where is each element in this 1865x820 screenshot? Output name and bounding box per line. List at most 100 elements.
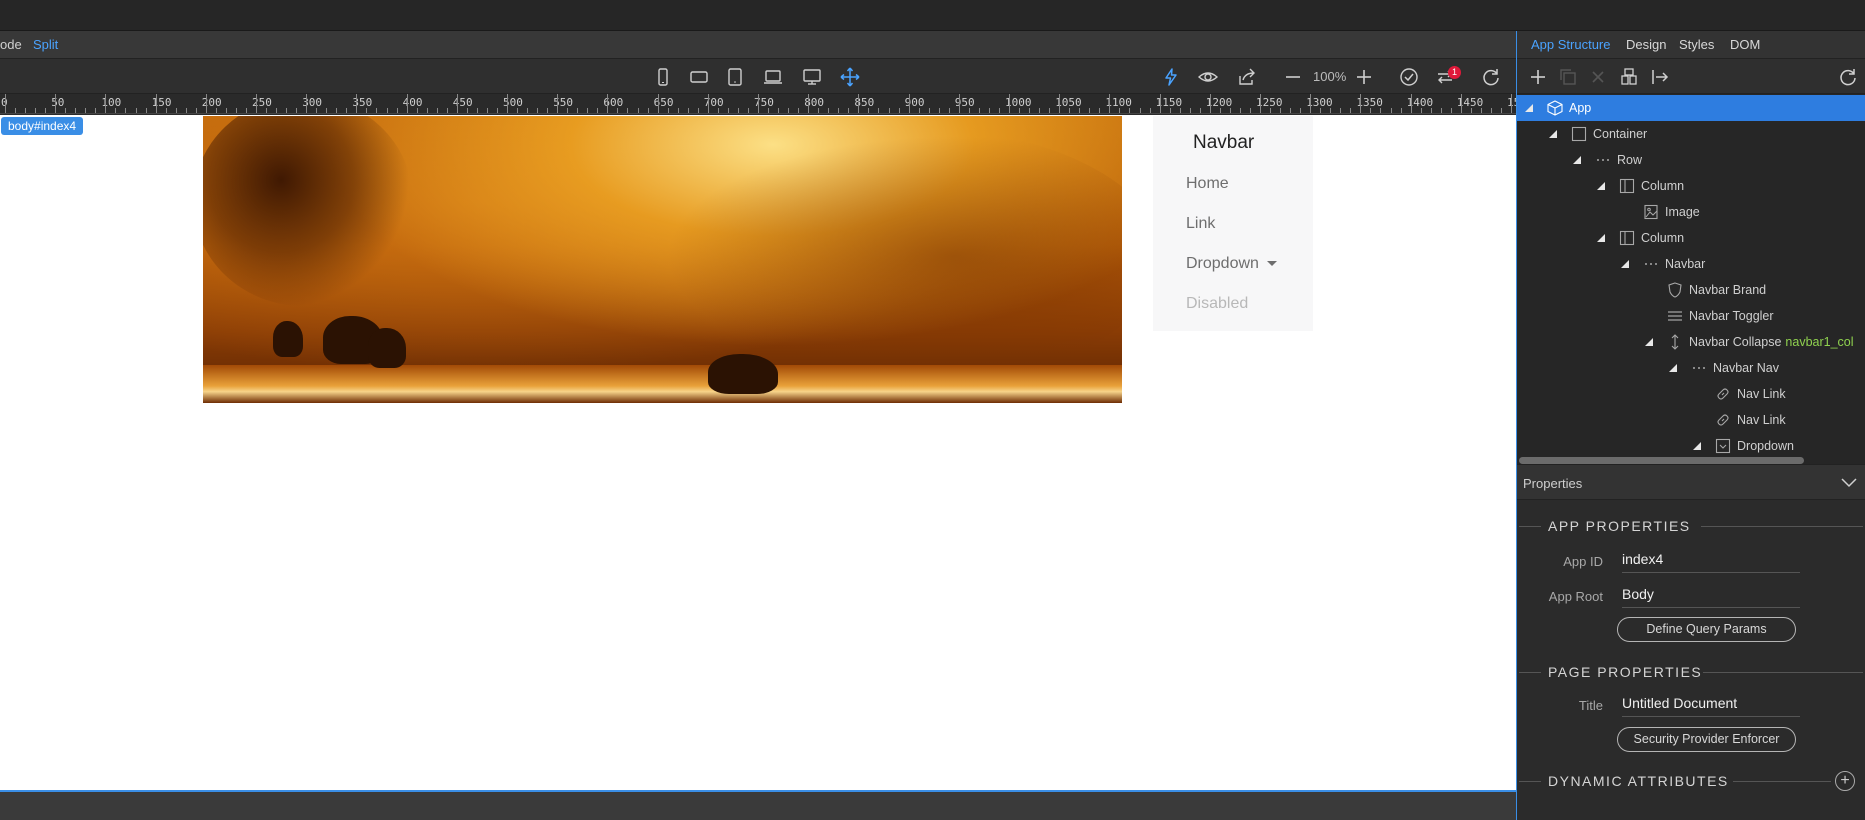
expand-triangle-icon[interactable] [1621,260,1629,268]
expand-triangle-icon[interactable] [1597,234,1605,242]
components-icon[interactable] [1618,66,1640,88]
lightning-icon[interactable] [1160,66,1182,88]
menu-icon [1667,308,1683,324]
expand-triangle-icon[interactable] [1645,338,1653,346]
ruler-tick [858,94,860,113]
tab-styles[interactable]: Styles [1679,37,1714,52]
tree-node[interactable]: Nav Link [1517,407,1865,433]
tree-node[interactable]: Navbar Nav [1517,355,1865,381]
tree-node[interactable]: Nav Link [1517,381,1865,407]
tree-node[interactable]: Container [1517,121,1865,147]
tree-node[interactable]: Navbar Collapse navbar1_col [1517,329,1865,355]
validate-check-icon[interactable] [1398,66,1420,88]
ruler-tick [687,108,689,113]
ruler-tick-label: 700 [703,96,724,109]
ruler-tick [366,108,368,113]
app-root-label: App Root [1548,589,1603,604]
expand-triangle-icon[interactable] [1525,104,1533,112]
ruler-tick [456,94,458,113]
tree-node-label: Column [1641,231,1684,245]
ruler-tick-label: 50 [51,96,65,109]
expand-triangle-icon[interactable] [1693,442,1701,450]
desktop-icon[interactable] [801,66,823,88]
properties-header[interactable]: Properties [1517,464,1865,500]
window-top-bar [0,0,1865,31]
app-structure-tree: App Container Row Column Image Column Navbar Na… [1517,94,1865,464]
refresh-structure-icon[interactable] [1837,66,1859,88]
ruler-tick-label: 800 [804,96,825,109]
phone-portrait-icon[interactable] [652,66,674,88]
nav-dropdown[interactable]: Dropdown [1186,255,1277,273]
ruler-tick [95,108,97,113]
tree-node[interactable]: Column [1517,225,1865,251]
tree-horizontal-scrollbar[interactable] [1519,457,1804,464]
nav-link-link[interactable]: Link [1186,215,1215,233]
refresh-icon[interactable] [1480,66,1502,88]
tree-node-label: Column [1641,179,1684,193]
app-properties-title: APP PROPERTIES [1548,518,1691,534]
design-canvas[interactable]: body#index4 Navbar Home Link Dropdown Di… [0,115,1516,792]
tab-app-structure[interactable]: App Structure [1531,37,1611,52]
image-icon [1643,204,1659,220]
section-divider [1701,526,1863,527]
expand-triangle-icon[interactable] [1549,130,1557,138]
laptop-icon[interactable] [762,66,784,88]
app-id-field[interactable]: index4 [1622,551,1800,573]
define-query-params-button[interactable]: Define Query Params [1617,617,1796,642]
add-icon[interactable] [1527,66,1549,88]
ruler-tick [1500,108,1502,113]
section-divider [1733,781,1831,782]
tree-node[interactable]: Navbar [1517,251,1865,277]
ruler-tick [717,108,719,113]
ruler-tick [85,108,87,113]
tab-dom[interactable]: DOM [1730,37,1760,52]
preview-eye-icon[interactable] [1197,66,1219,88]
body-element-tag[interactable]: body#index4 [1,117,84,135]
tree-node-label: Image [1665,205,1700,219]
fit-width-move-icon[interactable] [839,66,861,88]
bottom-status-bar [0,792,1516,820]
ruler-tick [1370,108,1372,113]
ruler-tick [225,108,227,113]
export-share-icon[interactable] [1236,66,1258,88]
move-to-icon[interactable] [1649,66,1671,88]
ruler-tick-label: 650 [653,96,674,109]
expand-triangle-icon[interactable] [1669,364,1677,372]
tree-node[interactable]: App [1517,95,1865,121]
code-mode-tab[interactable]: ode [0,37,22,52]
ruler-tick [547,108,549,113]
chevron-down-icon[interactable] [1840,473,1858,496]
tab-design[interactable]: Design [1626,37,1666,52]
zoom-in-icon[interactable] [1353,66,1375,88]
navbar-brand[interactable]: Navbar [1193,132,1254,154]
tree-node[interactable]: Row [1517,147,1865,173]
horizontal-ruler: 0501001502002503003504004505005506006507… [0,94,1516,114]
section-divider [1519,672,1541,673]
ruler-tick [798,108,800,113]
tablet-icon[interactable] [724,66,746,88]
tree-node[interactable]: Column [1517,173,1865,199]
delete-x-icon[interactable] [1587,66,1609,88]
tree-node[interactable]: Navbar Brand [1517,277,1865,303]
tree-node[interactable]: Navbar Toggler [1517,303,1865,329]
title-field[interactable]: Untitled Document [1622,695,1800,717]
tree-node-label: Navbar [1665,257,1705,271]
add-attribute-icon[interactable]: + [1835,771,1855,791]
zoom-out-icon[interactable] [1282,66,1304,88]
expand-triangle-icon[interactable] [1597,182,1605,190]
hero-image-elephants[interactable] [203,116,1122,403]
ruler-tick [386,108,388,113]
nav-link-home[interactable]: Home [1186,175,1229,193]
duplicate-icon[interactable] [1557,66,1579,88]
split-mode-tab[interactable]: Split [33,37,58,52]
security-provider-enforcer-button[interactable]: Security Provider Enforcer [1617,727,1796,752]
app-root-field[interactable]: Body [1622,586,1800,608]
ruler-tick [838,108,840,113]
phone-landscape-icon[interactable] [688,66,710,88]
tree-node[interactable]: Image [1517,199,1865,225]
tree-node[interactable]: Dropdown [1517,433,1865,459]
expand-triangle-icon[interactable] [1573,156,1581,164]
ruler-tick [406,94,408,113]
ruler-tick [878,108,880,113]
ruler-tick [908,94,910,113]
